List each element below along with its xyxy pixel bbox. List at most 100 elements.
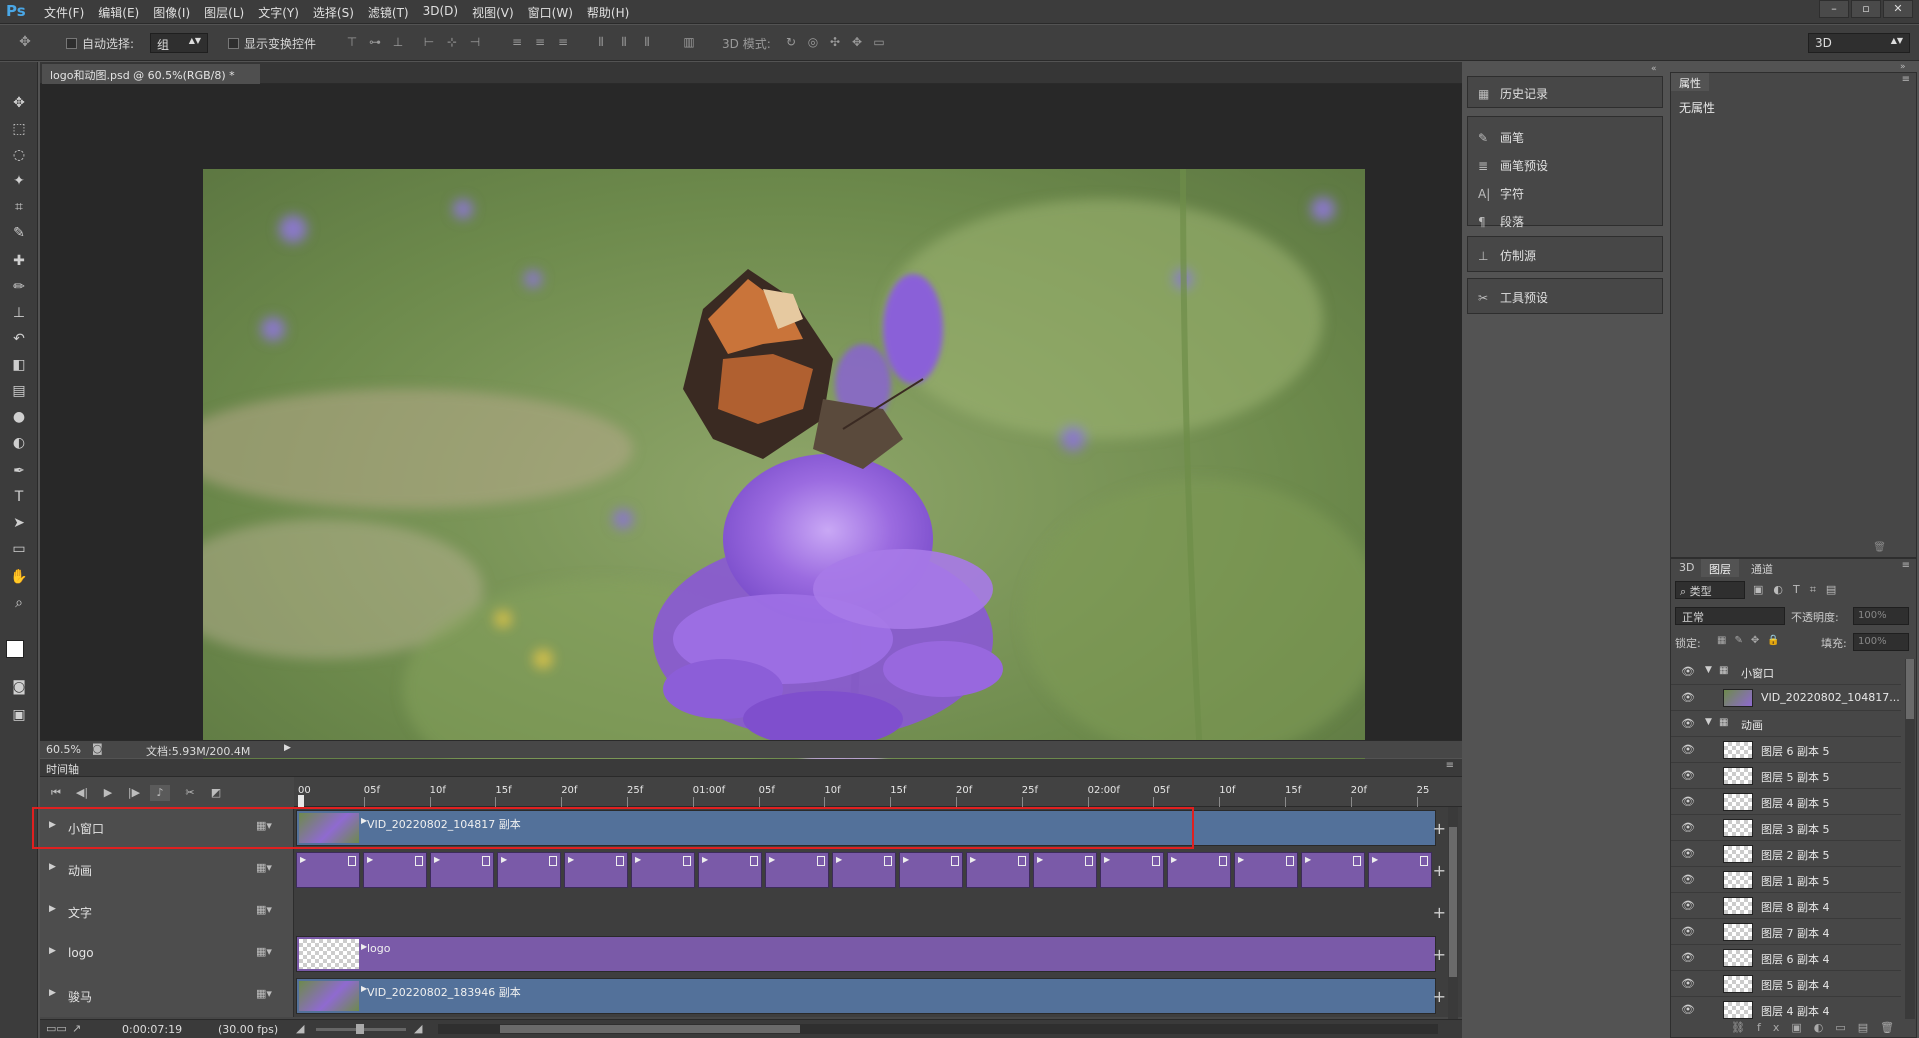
auto-select-option[interactable]: 自动选择:: [66, 35, 134, 52]
timeline-title[interactable]: 时间轴: [46, 761, 79, 777]
timeline-vertical-scrollbar[interactable]: [1448, 807, 1458, 1019]
auto-align-icon[interactable]: ▥: [682, 35, 696, 49]
tab-layers[interactable]: 图层: [1701, 559, 1739, 577]
history-brush-tool-icon[interactable]: ↶: [8, 328, 30, 350]
character-panel-button[interactable]: A| 字符: [1478, 185, 1524, 202]
previous-frame-icon[interactable]: ◀|: [72, 785, 92, 801]
zoom-level[interactable]: 60.5%: [46, 743, 81, 756]
menu-item-2[interactable]: 图像(I): [153, 4, 190, 21]
lock-icons[interactable]: ▦✎✥🔒: [1717, 635, 1788, 646]
visibility-eye-icon[interactable]: 👁: [1681, 743, 1695, 756]
track-media-icon[interactable]: ▦▾: [256, 987, 272, 1000]
distribute-top-icon[interactable]: ≡: [510, 35, 524, 49]
layer-filter-dropdown[interactable]: ⌕ 类型: [1675, 581, 1745, 599]
visibility-eye-icon[interactable]: 👁: [1681, 821, 1695, 834]
align-hcenter-icon[interactable]: ⊹: [445, 35, 459, 49]
timeline-menu-icon[interactable]: ≡: [1446, 760, 1454, 771]
marquee-tool-icon[interactable]: ⬚: [8, 118, 30, 140]
layer-row[interactable]: 👁 图层 6 副本 4: [1671, 945, 1901, 971]
layer-row[interactable]: 👁 图层 4 副本 5: [1671, 789, 1901, 815]
animation-frame-clip[interactable]: [497, 852, 561, 888]
auto-select-checkbox[interactable]: [66, 38, 77, 49]
render-video-icon[interactable]: ↗: [72, 1022, 81, 1035]
visibility-eye-icon[interactable]: 👁: [1681, 951, 1695, 964]
healing-brush-tool-icon[interactable]: ✚: [8, 250, 30, 272]
eyedropper-tool-icon[interactable]: ✎: [8, 222, 30, 244]
visibility-eye-icon[interactable]: 👁: [1681, 847, 1695, 860]
layer-row[interactable]: 👁 图层 7 副本 4: [1671, 919, 1901, 945]
menu-item-7[interactable]: 3D(D): [423, 4, 458, 21]
animation-frame-clip[interactable]: [564, 852, 628, 888]
dock-collapse-icon[interactable]: »: [1900, 62, 1906, 72]
timeline-horizontal-scrollbar[interactable]: [438, 1024, 1438, 1034]
restore-button[interactable]: ▫: [1851, 0, 1881, 18]
show-transform-checkbox[interactable]: [228, 38, 239, 49]
foreground-color-swatch[interactable]: [6, 640, 24, 658]
document-tab[interactable]: logo和动图.psd @ 60.5%(RGB/8) * ×: [42, 64, 260, 96]
blend-mode-dropdown[interactable]: 正常: [1675, 607, 1785, 625]
clone-source-panel-button[interactable]: ⊥ 仿制源: [1478, 247, 1536, 264]
visibility-eye-icon[interactable]: 👁: [1681, 769, 1695, 782]
move-tool-icon[interactable]: ✥: [8, 92, 30, 114]
pen-tool-icon[interactable]: ✒: [8, 460, 30, 482]
pan-3d-icon[interactable]: ✣: [828, 35, 842, 49]
distribute-hcenter-icon[interactable]: ⫴: [617, 35, 631, 49]
fill-input[interactable]: 100%: [1853, 633, 1909, 651]
timeline-clip[interactable]: ▶ VID_20220802_183946 副本: [296, 978, 1436, 1014]
timeline-track[interactable]: ▶ 文字 ▦▾ +: [40, 891, 1462, 933]
track-lane[interactable]: ▶ logo: [294, 933, 1462, 975]
layer-group-row[interactable]: 👁 ▼ ▦ 小窗口: [1671, 659, 1901, 685]
layers-footer-icons[interactable]: ⛓fx▣◐▭▤🗑: [1731, 1021, 1906, 1034]
go-to-first-frame-icon[interactable]: ⏮: [46, 785, 66, 801]
align-bottom-icon[interactable]: ⊥: [391, 35, 405, 49]
timeline-zoom-slider[interactable]: [316, 1024, 406, 1034]
tab-3d[interactable]: 3D: [1671, 559, 1702, 577]
animation-frame-clip[interactable]: [1301, 852, 1365, 888]
zoom-out-timeline-icon[interactable]: ◢: [296, 1022, 304, 1035]
visibility-eye-icon[interactable]: 👁: [1681, 1003, 1695, 1016]
track-header[interactable]: ▶ 文字 ▦▾: [40, 891, 294, 933]
align-left-icon[interactable]: ⊢: [422, 35, 436, 49]
add-media-icon[interactable]: +: [1433, 819, 1446, 838]
add-media-icon[interactable]: +: [1433, 987, 1446, 1006]
paragraph-panel-button[interactable]: ¶ 段落: [1478, 213, 1524, 230]
track-header[interactable]: ▶ logo ▦▾: [40, 933, 294, 975]
distribute-left-icon[interactable]: ⫴: [594, 35, 608, 49]
distribute-right-icon[interactable]: ⫴: [640, 35, 654, 49]
menu-item-6[interactable]: 滤镜(T): [368, 4, 409, 21]
align-vcenter-icon[interactable]: ⊶: [368, 35, 382, 49]
blur-tool-icon[interactable]: ●: [8, 406, 30, 428]
timeline-track[interactable]: ▶ logo ▦▾ ▶ logo +: [40, 933, 1462, 975]
lasso-tool-icon[interactable]: ◌: [8, 144, 30, 166]
layers-menu-icon[interactable]: ≡: [1902, 560, 1910, 571]
visibility-eye-icon[interactable]: 👁: [1681, 899, 1695, 912]
menu-item-8[interactable]: 视图(V): [472, 4, 514, 21]
layer-group-row[interactable]: 👁 ▼ ▦ 动画: [1671, 711, 1901, 737]
menu-item-9[interactable]: 窗口(W): [528, 4, 573, 21]
track-header[interactable]: ▶ 骏马 ▦▾: [40, 975, 294, 1017]
next-frame-icon[interactable]: |▶: [124, 785, 144, 801]
track-lane[interactable]: [294, 891, 1462, 933]
animation-frame-clip[interactable]: [1100, 852, 1164, 888]
menu-item-1[interactable]: 编辑(E): [98, 4, 139, 21]
slide-3d-icon[interactable]: ✥: [850, 35, 864, 49]
layer-row[interactable]: 👁 图层 8 副本 4: [1671, 893, 1901, 919]
status-info-icon[interactable]: ◙: [92, 742, 103, 755]
menu-item-5[interactable]: 选择(S): [313, 4, 354, 21]
rotate-3d-icon[interactable]: ↻: [784, 35, 798, 49]
visibility-eye-icon[interactable]: 👁: [1681, 717, 1695, 730]
playhead[interactable]: [298, 795, 304, 807]
animation-frame-clip[interactable]: [430, 852, 494, 888]
layer-row[interactable]: 👁 图层 1 副本 5: [1671, 867, 1901, 893]
expand-group-icon[interactable]: ▼: [1705, 717, 1712, 727]
timeline-track[interactable]: ▶ 骏马 ▦▾ ▶ VID_20220802_183946 副本 +: [40, 975, 1462, 1017]
clone-stamp-tool-icon[interactable]: ⊥: [8, 302, 30, 324]
animation-frame-clip[interactable]: [1167, 852, 1231, 888]
add-media-icon[interactable]: +: [1433, 945, 1446, 964]
visibility-eye-icon[interactable]: 👁: [1681, 925, 1695, 938]
animation-frame-clip[interactable]: [1033, 852, 1097, 888]
expand-track-icon[interactable]: ▶: [49, 946, 56, 956]
workspace-dropdown[interactable]: 3D ▲▼: [1808, 33, 1910, 53]
time-ruler[interactable]: 00 05f 10f 15f 20f 25f 01:00f 05f 10f 15f 20f 25f 02…: [294, 777, 1462, 807]
animation-frame-clip[interactable]: [1234, 852, 1298, 888]
